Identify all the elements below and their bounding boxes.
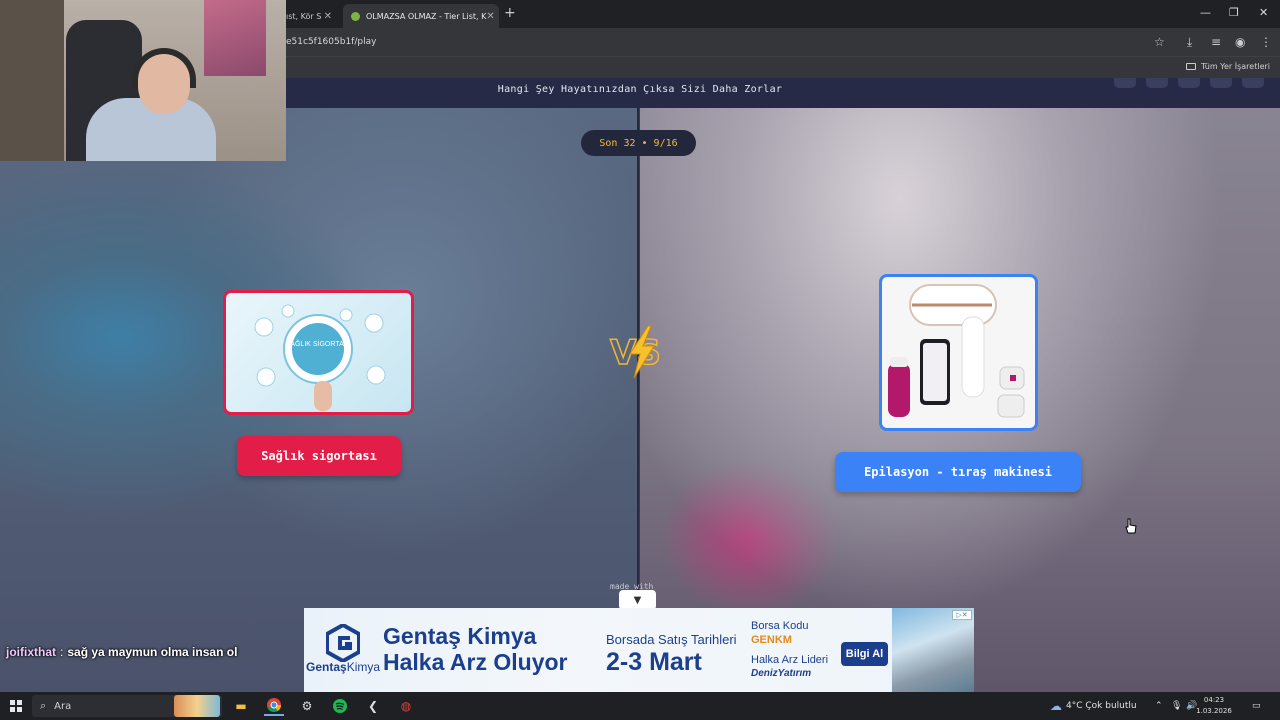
webcam-poster	[204, 0, 266, 76]
folder-icon	[1185, 63, 1196, 70]
bookmarks-label: Tüm Yer İşaretleri	[1200, 62, 1270, 71]
ad-info-button[interactable]: Bilgi Al	[841, 642, 888, 666]
profile-icon[interactable]: ◉	[1235, 35, 1245, 49]
address-bar[interactable]: e51c5f1605b1f/play	[286, 37, 376, 47]
right-option-image[interactable]	[879, 274, 1038, 431]
search-icon: ⌕	[40, 699, 47, 712]
header-action-button[interactable]	[1114, 78, 1136, 88]
left-option-image[interactable]: SAĞLIK SİGORTASI	[223, 290, 414, 415]
browser-tab[interactable]: ıst, Kör S ✕	[278, 4, 340, 28]
left-option-label[interactable]: Sağlık sigortası	[237, 436, 401, 476]
favicon-icon	[351, 11, 360, 21]
game-page: Hangi Şey Hayatınızdan Çıksa Sizi Daha Z…	[0, 78, 1280, 692]
cloud-icon: ☁	[1050, 699, 1062, 713]
ad-code: GENKM	[751, 634, 792, 646]
screen: ıst, Kör S ✕ OLMAZSA OLMAZ - Tier List, …	[0, 0, 1280, 720]
notifications-icon[interactable]: ▭	[1252, 692, 1261, 720]
app-arrow-icon[interactable]: ❮	[363, 696, 383, 716]
health-insurance-illustration: SAĞLIK SİGORTASI	[254, 304, 386, 411]
restore-icon[interactable]: ❐	[1229, 6, 1239, 19]
settings-icon[interactable]: ⚙	[297, 696, 317, 716]
weather-widget[interactable]: ☁ 4°C Çok bulutlu	[1050, 692, 1137, 720]
microphone-icon[interactable]: 🎙	[1171, 692, 1182, 720]
header-action-button[interactable]	[1146, 78, 1168, 88]
weather-text: 4°C Çok bulutlu	[1066, 701, 1137, 711]
clock-date: 1.03.2026	[1196, 707, 1232, 715]
vs-lightning-icon: VS	[609, 325, 662, 379]
windows-start-icon[interactable]	[10, 700, 22, 712]
ad-dates-label: Borsada Satış Tarihleri	[606, 632, 737, 647]
chat-message: joifixthat : sağ ya maymun olma insan ol	[0, 640, 460, 664]
recording-app-icon[interactable]: ◍	[396, 696, 416, 716]
spotify-logo	[333, 699, 347, 713]
webcam-overlay	[0, 0, 286, 161]
chat-separator: :	[60, 645, 64, 659]
browser-tab-active[interactable]: OLMAZSA OLMAZ - Tier List, K ✕	[343, 4, 499, 28]
chrome-logo	[267, 698, 281, 713]
search-highlight-image	[174, 695, 220, 717]
ad-code-label: Borsa Kodu	[751, 620, 809, 632]
windows-taskbar: ⌕ Ara ▬ ⚙ ❮ ◍ ☁ 4°C Çok bulutlu ⌃ 🎙 🔊 04…	[0, 692, 1280, 720]
tab-title: OLMAZSA OLMAZ - Tier List, K	[366, 11, 487, 21]
tray-chevron-icon[interactable]: ⌃	[1155, 692, 1163, 720]
download-icon[interactable]: ⤓	[1187, 35, 1192, 50]
ad-close-icon[interactable]: ▷✕	[952, 610, 972, 620]
chevron-down-icon: ▼	[633, 594, 642, 606]
header-action-button[interactable]	[1210, 78, 1232, 88]
hand-cursor-icon	[1125, 518, 1137, 534]
chat-text: sağ ya maymun olma insan ol	[67, 645, 238, 659]
close-window-icon[interactable]: ✕	[1259, 6, 1268, 19]
close-tab-icon[interactable]: ✕	[324, 11, 332, 22]
tab-title: ıst, Kör S	[286, 11, 322, 21]
all-bookmarks-button[interactable]: Tüm Yer İşaretleri	[1185, 62, 1270, 71]
spotify-icon[interactable]	[330, 696, 350, 716]
bookmark-star-icon[interactable]: ☆	[1154, 35, 1165, 49]
epilator-illustration	[888, 284, 1025, 418]
search-placeholder: Ara	[54, 700, 72, 712]
chrome-icon[interactable]	[264, 696, 284, 716]
ad-lead: DenizYatırım	[751, 668, 812, 679]
right-option-label[interactable]: Epilasyon - tıraş makinesi	[835, 452, 1081, 492]
clock-time: 04:23	[1203, 696, 1225, 704]
header-action-button[interactable]	[1178, 78, 1200, 88]
header-action-button[interactable]	[1242, 78, 1264, 88]
webcam-background-door	[0, 0, 64, 161]
media-icon[interactable]: ≡	[1211, 35, 1221, 49]
close-tab-icon[interactable]: ✕	[486, 11, 494, 22]
ad-photo	[892, 608, 974, 692]
ad-lead-label: Halka Arz Lideri	[751, 654, 829, 666]
collapse-ad-button[interactable]: ▼	[619, 590, 656, 610]
image-caption: SAĞLIK SİGORTASI	[286, 339, 351, 348]
taskbar-clock[interactable]: 04:23 1.03.2026	[1196, 695, 1232, 717]
round-badge: Son 32 • 9/16	[581, 130, 696, 156]
file-explorer-icon[interactable]: ▬	[231, 696, 251, 716]
minimize-icon[interactable]: —	[1200, 6, 1211, 19]
menu-icon[interactable]: ⋮	[1260, 35, 1272, 49]
chat-username: joifixthat	[6, 645, 56, 659]
ad-dates: 2-3 Mart	[606, 648, 702, 676]
new-tab-button[interactable]: +	[504, 5, 516, 21]
